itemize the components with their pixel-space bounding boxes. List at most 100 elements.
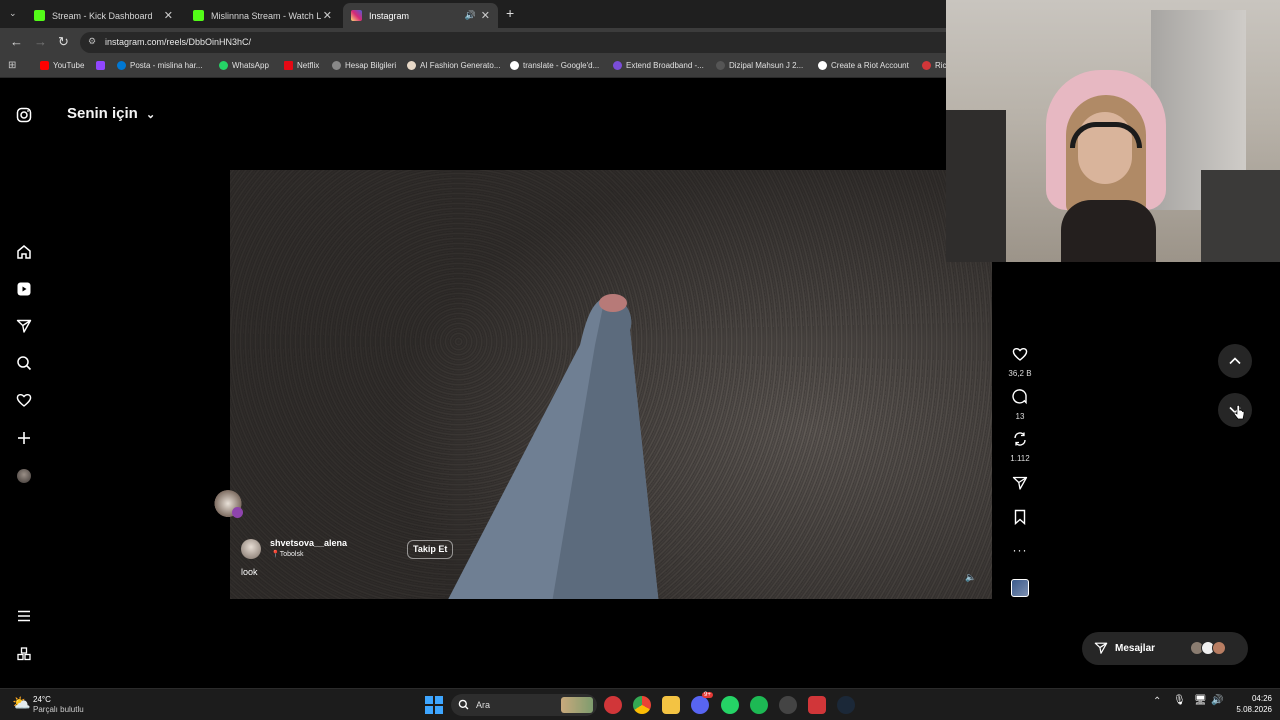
search-highlight-image (561, 697, 593, 713)
discord-badge: 9+ (702, 692, 713, 698)
webcam-desk-left (946, 110, 1006, 262)
tab-kick-stream[interactable]: Mislinnna Stream - Watch Live ✕ (185, 3, 340, 28)
bookmark-whatsapp[interactable]: WhatsApp (219, 61, 269, 70)
direct-send-icon[interactable] (14, 316, 34, 336)
bookmark-youtube[interactable]: YouTube (40, 61, 84, 70)
messages-button[interactable]: Mesajlar (1082, 632, 1248, 665)
follow-button[interactable]: Takip Et (407, 540, 454, 559)
post-username[interactable]: shvetsova__alena (270, 538, 347, 548)
bookmark-label: Extend Broadband -... (626, 61, 704, 70)
share-send-icon (1012, 476, 1028, 490)
site-info-icon[interactable]: ⚙ (88, 36, 96, 47)
bookmark-label: Posta - mislina har... (130, 61, 203, 70)
bookmark-label: WhatsApp (232, 61, 269, 70)
feed-title: Senin için (67, 105, 138, 122)
reels-icon[interactable] (14, 279, 34, 299)
comment-bubble-icon (1012, 389, 1027, 405)
instagram-logo-icon[interactable] (14, 105, 34, 125)
bookmark-icon (1014, 509, 1026, 526)
file-explorer-icon[interactable] (662, 696, 680, 714)
taskbar-search-box[interactable]: Ara (451, 694, 597, 716)
post-caption: look (241, 567, 258, 577)
bookmark-twitch[interactable] (96, 61, 109, 70)
bookmark-label: AI Fashion Generato... (420, 61, 501, 70)
tray-chevron-up-icon[interactable]: ⌃ (1153, 696, 1161, 707)
repost-button[interactable]: 1.112 (1006, 431, 1034, 463)
tab-close-icon[interactable]: ✕ (164, 9, 173, 22)
more-options-icon[interactable]: ··· (1006, 543, 1034, 557)
profile-avatar-icon[interactable] (14, 466, 34, 486)
messages-label: Mesajlar (1115, 643, 1156, 654)
location-pin-icon: 📍 (271, 551, 280, 558)
bookmark-translate[interactable]: translate - Google'd... (510, 61, 599, 70)
chevron-up-icon (1229, 357, 1241, 365)
save-button[interactable] (1006, 509, 1034, 530)
mute-speaker-icon[interactable]: 🔈 (965, 572, 976, 583)
audio-thumbnail[interactable] (1011, 579, 1029, 597)
riot-client-icon[interactable] (808, 696, 826, 714)
app-red-icon[interactable] (604, 696, 622, 714)
clock-date[interactable]: 5.08.2026 (1224, 705, 1272, 714)
steam-icon[interactable] (837, 696, 855, 714)
tab-kick-dashboard[interactable]: Stream - Kick Dashboard ✕ (26, 3, 181, 28)
bookmark-hesap[interactable]: Hesap Bilgileri (332, 61, 396, 70)
chrome-icon[interactable] (633, 696, 651, 714)
menu-hamburger-icon[interactable] (14, 606, 34, 626)
forward-arrow-icon[interactable]: → (34, 34, 47, 49)
tab-close-icon[interactable]: ✕ (481, 9, 490, 22)
volume-icon[interactable]: 🔊 (1211, 695, 1223, 706)
weather-icon[interactable]: ⛅ (12, 694, 31, 712)
search-icon[interactable] (14, 353, 34, 373)
bookmark-netflix[interactable]: Netflix (284, 61, 319, 70)
tab-close-icon[interactable]: ✕ (323, 9, 332, 22)
discord-icon[interactable] (691, 696, 709, 714)
clock-time[interactable]: 04:26 (1232, 694, 1272, 703)
like-button[interactable]: 36,2 B (1006, 346, 1034, 378)
tab-instagram[interactable]: Instagram 🔊 ✕ (343, 3, 498, 28)
google-icon (510, 61, 519, 70)
previous-reel-button[interactable] (1218, 344, 1252, 378)
search-placeholder: Ara (476, 700, 491, 710)
badge-icon (232, 507, 243, 518)
site-icon (716, 61, 725, 70)
heart-icon (1012, 347, 1028, 361)
tab-audio-icon[interactable]: 🔊 (465, 10, 476, 21)
riot-icon (818, 61, 827, 70)
home-icon[interactable] (14, 242, 34, 262)
address-bar[interactable]: ⚙ instagram.com/reels/DbbOinHN3hC/ (80, 32, 1080, 53)
back-arrow-icon[interactable]: ← (10, 34, 23, 49)
whatsapp-icon (219, 61, 228, 70)
mouse-cursor-icon (1233, 405, 1245, 420)
bookmark-label: Netflix (297, 61, 320, 70)
steam-icon (332, 61, 341, 70)
feed-selector[interactable]: Senin için ⌄ (67, 105, 155, 122)
create-plus-icon[interactable] (14, 428, 34, 448)
bookmark-dizipal[interactable]: Dizipal Mahsun J 2... (716, 61, 803, 70)
bookmark-ai-fashion[interactable]: AI Fashion Generato... (407, 61, 501, 70)
comment-button[interactable]: 13 (1006, 389, 1034, 421)
weather-desc[interactable]: Parçalı bulutlu (33, 705, 84, 714)
microphone-icon[interactable]: 🎙 (1173, 695, 1186, 706)
whatsapp-icon[interactable] (721, 696, 739, 714)
new-tab-plus-icon[interactable]: + (506, 5, 514, 21)
notifications-heart-icon[interactable] (14, 390, 34, 410)
more-apps-icon[interactable] (14, 644, 34, 664)
spotify-icon[interactable] (750, 696, 768, 714)
bookmark-riot[interactable]: Create a Riot Account (818, 61, 909, 70)
webcam-body (1061, 200, 1156, 262)
tab-list-dropdown-icon[interactable]: ⌄ (9, 8, 17, 19)
post-author-avatar[interactable] (241, 539, 261, 559)
weather-temp[interactable]: 24°C (33, 695, 51, 704)
network-icon[interactable]: 🖥 (1194, 695, 1207, 706)
bookmark-posta[interactable]: Posta - mislina har... (117, 61, 202, 70)
bookmark-broadband[interactable]: Extend Broadband -... (613, 61, 704, 70)
reel-video-subject (448, 294, 659, 599)
post-location[interactable]: 📍Tobolsk (271, 550, 303, 558)
reload-icon[interactable]: ↻ (58, 34, 69, 50)
apps-grid-icon[interactable]: ⊞ (8, 60, 16, 71)
share-button[interactable] (1006, 475, 1034, 496)
windows-start-icon[interactable] (425, 696, 443, 714)
obs-icon[interactable] (779, 696, 797, 714)
netflix-icon (284, 61, 293, 70)
reel-video[interactable]: 🔈 (230, 170, 992, 599)
